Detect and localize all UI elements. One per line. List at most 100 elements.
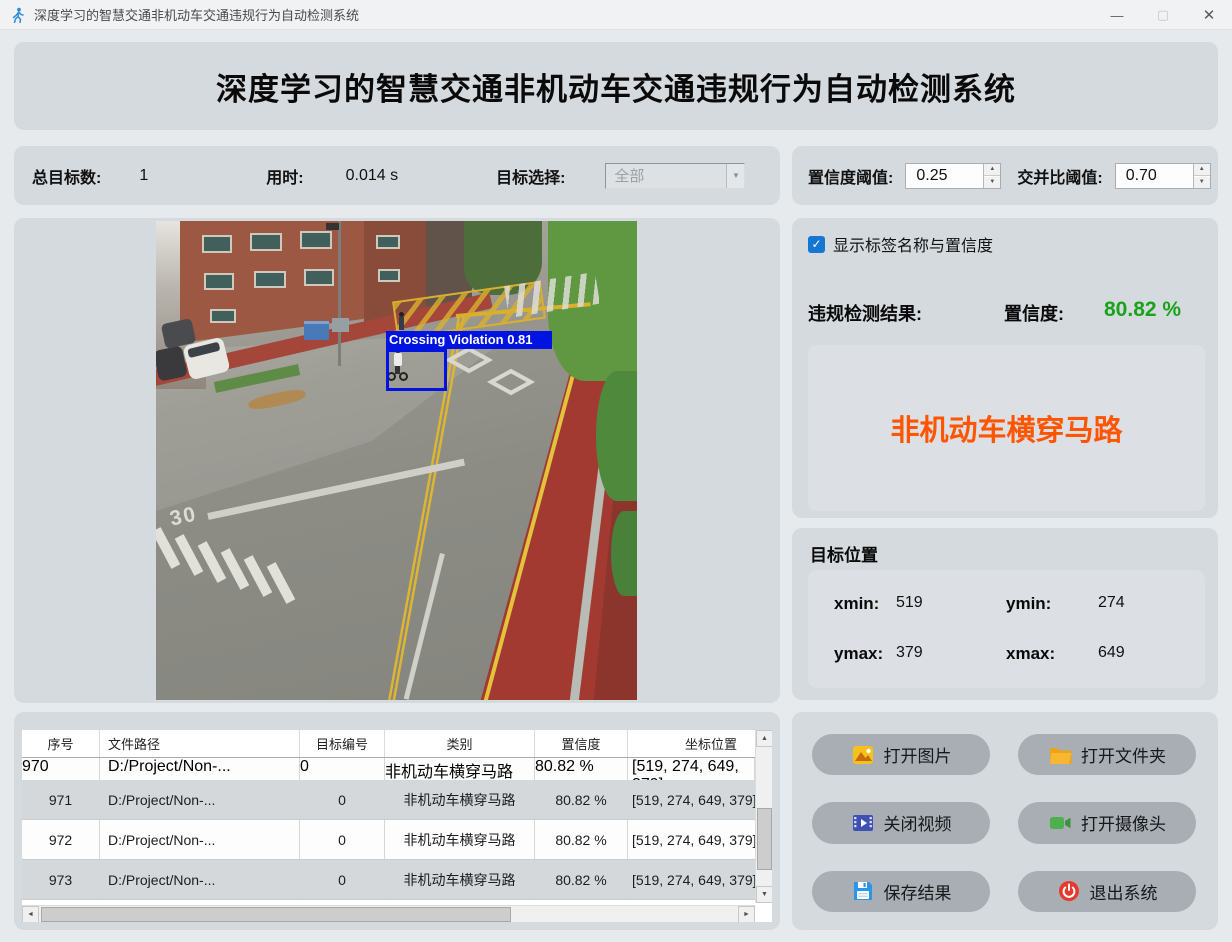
scene-crosswalk-stripe: [244, 555, 273, 597]
image-display-panel: 30 Crossing Violation 0.81: [14, 218, 780, 703]
spin-up-icon[interactable]: ▲: [1194, 164, 1210, 176]
cell-filepath: D:/Project/Non-...: [100, 758, 300, 780]
scene-crosswalk-stripe: [175, 534, 204, 576]
scroll-right-icon[interactable]: ►: [738, 906, 755, 922]
open-camera-button[interactable]: 打开摄像头: [1018, 802, 1196, 843]
exit-system-label: 退出系统: [1090, 879, 1158, 904]
detection-table-panel: 序号 文件路径 目标编号 类别 置信度 坐标位置 970 D:/Project/…: [14, 712, 780, 930]
target-select-dropdown[interactable]: 全部 ▼: [605, 163, 745, 189]
spin-down-icon[interactable]: ▼: [984, 176, 1000, 188]
col-header-confidence: 置信度: [535, 730, 628, 757]
cell-index: 971: [22, 780, 100, 819]
save-icon: [851, 879, 875, 903]
xmin-label: xmin:: [808, 594, 896, 614]
horizontal-scrollbar-thumb[interactable]: [41, 907, 511, 922]
cell-filepath: D:/Project/Non-...: [100, 820, 300, 859]
scroll-up-icon[interactable]: ▲: [756, 730, 772, 747]
cell-confidence: 80.82 %: [535, 820, 628, 859]
table-row[interactable]: 970 D:/Project/Non-... 0 非机动车横穿马路 80.82 …: [22, 758, 772, 780]
save-result-button[interactable]: 保存结果: [812, 871, 990, 912]
cell-coords: [519, 274, 649, 379]: [628, 758, 755, 780]
ymin-label: ymin:: [1006, 594, 1098, 614]
cell-target-id: 0: [300, 780, 385, 819]
open-image-button[interactable]: 打开图片: [812, 734, 990, 775]
folder-icon: [1048, 743, 1072, 767]
table-row[interactable]: 971 D:/Project/Non-... 0 非机动车横穿马路 80.82 …: [22, 780, 755, 820]
xmin-value: 519: [896, 594, 1006, 614]
confidence-value: 80.82 %: [1104, 298, 1181, 322]
iou-threshold-spinbox[interactable]: 0.70 ▲ ▼: [1115, 163, 1211, 189]
scene-pole: [338, 221, 341, 366]
camera-icon: [1048, 811, 1072, 835]
iou-threshold-value: 0.70: [1116, 164, 1193, 188]
exit-system-button[interactable]: 退出系统: [1018, 871, 1196, 912]
scene-trees-right-3: [611, 511, 637, 596]
total-targets-value: 1: [139, 167, 148, 185]
show-labels-checkbox-label[interactable]: 显示标签名称与置信度: [833, 232, 993, 256]
cell-confidence: 80.82 %: [535, 860, 628, 899]
col-header-filepath: 文件路径: [100, 730, 300, 757]
spin-up-icon[interactable]: ▲: [984, 164, 1000, 176]
cell-target-id: 0: [300, 860, 385, 899]
col-header-coords: 坐标位置: [628, 730, 755, 757]
cell-target-id: 0: [300, 758, 385, 780]
scene-crosswalk-stripe: [221, 548, 250, 590]
confidence-label: 置信度:: [1004, 300, 1064, 326]
col-header-class: 类别: [385, 730, 535, 757]
table-row[interactable]: 972 D:/Project/Non-... 0 非机动车横穿马路 80.82 …: [22, 820, 755, 860]
show-labels-checkbox[interactable]: ✓: [808, 236, 825, 253]
minimize-button[interactable]: —: [1094, 0, 1140, 30]
scene-diamond-marking: [487, 369, 535, 395]
vertical-scrollbar[interactable]: ▲ ▼: [755, 730, 772, 903]
scene-blue-bin: [304, 321, 329, 340]
video-icon: [851, 811, 875, 835]
scroll-down-icon[interactable]: ▼: [756, 886, 772, 903]
cell-target-id: 0: [300, 820, 385, 859]
scene-crosswalk-stripe: [156, 527, 180, 569]
target-position-box: xmin: 519 ymin: 274 ymax: 379 xmax: 649: [808, 570, 1205, 688]
maximize-button[interactable]: ▢: [1140, 0, 1186, 30]
open-folder-button[interactable]: 打开文件夹: [1018, 734, 1196, 775]
detection-bounding-box: [386, 349, 447, 391]
threshold-toolbar: 置信度阈值: 0.25 ▲ ▼ 交并比阈值: 0.70 ▲ ▼: [792, 146, 1218, 205]
scene-traffic-light: [326, 223, 339, 230]
col-header-target-id: 目标编号: [300, 730, 385, 757]
scene-crosswalk-stripe: [267, 562, 296, 604]
app-icon: [10, 7, 26, 23]
confidence-threshold-label: 置信度阈值:: [808, 164, 893, 188]
open-image-label: 打开图片: [884, 742, 952, 767]
cell-index: 973: [22, 860, 100, 899]
header-panel: 深度学习的智慧交通非机动车交通违规行为自动检测系统: [14, 42, 1218, 130]
combo-arrow-icon[interactable]: ▼: [726, 164, 744, 188]
elapsed-time-label: 用时:: [266, 164, 303, 188]
close-video-label: 关闭视频: [884, 810, 952, 835]
cell-class: 非机动车横穿马路: [385, 860, 535, 899]
table-header-row: 序号 文件路径 目标编号 类别 置信度 坐标位置: [22, 730, 755, 758]
confidence-threshold-value: 0.25: [906, 164, 983, 188]
spin-down-icon[interactable]: ▼: [1194, 176, 1210, 188]
horizontal-scrollbar[interactable]: ◄ ►: [22, 905, 755, 922]
action-buttons-panel: 打开图片 打开文件夹 关闭视频 打开摄像头: [792, 712, 1218, 930]
target-position-panel: 目标位置 xmin: 519 ymin: 274 ymax: 379 xmax:…: [792, 528, 1218, 700]
stats-toolbar: 总目标数: 1 用时: 0.014 s 目标选择: 全部 ▼: [14, 146, 780, 205]
scene-trees-right-2: [596, 371, 637, 501]
vertical-scrollbar-thumb[interactable]: [757, 808, 772, 870]
cell-class: 非机动车横穿马路: [385, 780, 535, 819]
cell-index: 972: [22, 820, 100, 859]
cell-class: 非机动车横穿马路: [385, 820, 535, 859]
table-row[interactable]: 973 D:/Project/Non-... 0 非机动车横穿马路 80.82 …: [22, 860, 755, 900]
cell-index: 970: [22, 758, 100, 780]
cell-coords: [519, 274, 649, 379]: [628, 860, 755, 899]
scroll-left-icon[interactable]: ◄: [22, 906, 39, 922]
iou-threshold-label: 交并比阈值:: [1017, 164, 1102, 188]
page-title: 深度学习的智慧交通非机动车交通违规行为自动检测系统: [216, 64, 1016, 109]
xmax-value: 649: [1098, 644, 1188, 664]
target-select-label: 目标选择:: [496, 164, 565, 188]
total-targets-label: 总目标数:: [32, 164, 101, 188]
confidence-threshold-spinbox[interactable]: 0.25 ▲ ▼: [905, 163, 1001, 189]
window-titlebar: 深度学习的智慧交通非机动车交通违规行为自动检测系统 — ▢ ✕: [0, 0, 1232, 30]
close-video-button[interactable]: 关闭视频: [812, 802, 990, 843]
close-button[interactable]: ✕: [1186, 0, 1232, 30]
xmax-label: xmax:: [1006, 644, 1098, 664]
violation-text: 非机动车横穿马路: [890, 407, 1122, 449]
